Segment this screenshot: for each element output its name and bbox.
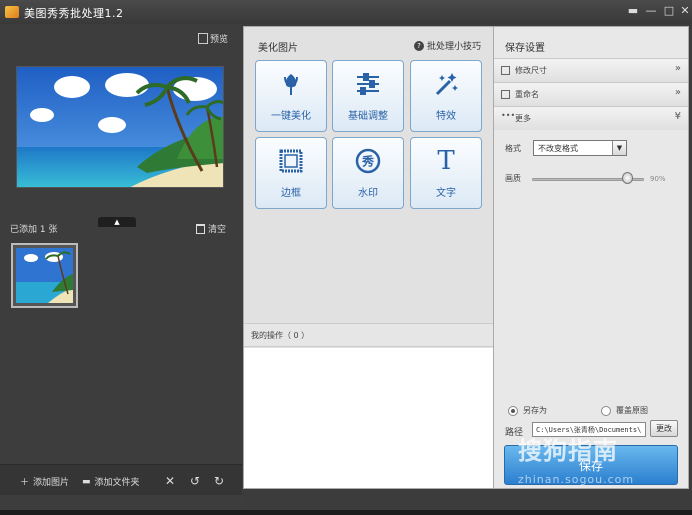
window-title: 美图秀秀批处理1.2 (24, 7, 124, 20)
chevron-right-icon: » (674, 87, 681, 98)
sogou-watermark-url: zhinan.sogou.com (518, 473, 635, 486)
left-toolbar: ＋ 添加图片 ▬ 添加文件夹 ✕ ↺ ↻ (0, 464, 242, 495)
rotate-right-icon[interactable]: ↻ (214, 474, 224, 488)
watermark-icon: 秀 (333, 148, 403, 174)
added-count: 已添加 1 张 (10, 225, 58, 235)
operations-list (244, 348, 493, 488)
add-folder-button[interactable]: ▬ 添加文件夹 (82, 475, 140, 489)
radio-selected-icon (508, 405, 518, 416)
preview-button[interactable]: 预览 (198, 32, 228, 45)
change-path-button[interactable]: 更改 (650, 420, 678, 437)
tool-label: 边框 (281, 188, 301, 199)
preview-label: 预览 (210, 35, 229, 45)
beautify-title: 美化图片 (258, 43, 298, 54)
radio-icon (601, 405, 611, 416)
clear-button[interactable]: 清空 (196, 222, 226, 235)
magic-wand-icon (411, 71, 481, 97)
tool-label: 文字 (436, 188, 456, 199)
quality-label: 画质 (505, 174, 521, 183)
sliders-icon (333, 71, 403, 97)
skin-button[interactable]: ▬ (624, 3, 642, 19)
preview-image (16, 66, 224, 188)
tool-label: 特效 (436, 111, 456, 122)
batch-tips-link[interactable]: ? 批处理小技巧 (414, 39, 481, 52)
preview-icon (198, 33, 208, 44)
save-settings-panel: 保存设置 修改尺寸 » 重命名 » ••• 更多 ¥ 格式 不改变格式 ▼ 画质… (494, 26, 689, 489)
help-icon: ? (414, 40, 424, 51)
resize-label: 修改尺寸 (515, 66, 547, 75)
basic-adjust-button[interactable]: 基础调整 (332, 60, 404, 132)
rename-icon (501, 90, 510, 99)
tool-label: 水印 (358, 188, 378, 199)
beach-photo (17, 67, 223, 187)
rename-label: 重命名 (515, 90, 539, 99)
trash-icon (196, 223, 205, 234)
rename-row[interactable]: 重命名 » (494, 82, 688, 106)
delete-icon[interactable]: ✕ (165, 474, 175, 488)
clear-label: 清空 (208, 225, 227, 235)
image-thumbnail[interactable] (11, 243, 78, 308)
chevron-down-icon: ¥ (674, 111, 681, 122)
tool-label: 基础调整 (348, 111, 388, 122)
more-label: 更多 (515, 114, 531, 123)
chevron-right-icon: » (674, 63, 681, 74)
thumbnail-photo (16, 248, 73, 303)
save-as-label: 另存为 (523, 406, 547, 415)
close-button[interactable]: ✕ (676, 3, 692, 19)
svg-text:秀: 秀 (361, 154, 375, 169)
beautify-panel: 美化图片 ? 批处理小技巧 一键美化 基础调整 特效 边框 秀 水印 T 文字 … (243, 26, 494, 489)
my-operations-header: 我的操作（ 0 ） (244, 323, 493, 347)
app-logo-icon (5, 6, 19, 18)
my-operations-label: 我的操作（ 0 ） (251, 331, 310, 340)
image-list-panel: 预览 ▲ 已添加 1 张 清空 ＋ 添加图片 ▬ 添加文件夹 ✕ ↺ ↻ (0, 24, 242, 515)
crop-icon (501, 66, 510, 75)
batch-tips-label: 批处理小技巧 (427, 42, 482, 52)
tulip-icon (256, 71, 326, 97)
effects-button[interactable]: 特效 (410, 60, 482, 132)
resize-row[interactable]: 修改尺寸 » (494, 58, 688, 82)
frame-icon (256, 148, 326, 174)
add-image-button[interactable]: ＋ 添加图片 (20, 475, 69, 488)
app-window: 美图秀秀批处理1.2 ▬ — □ ✕ 预览 ▲ 已添加 1 张 清空 ＋ 添加图… (0, 0, 692, 515)
frame-button[interactable]: 边框 (255, 137, 327, 209)
collapse-toggle-button[interactable]: ▲ (98, 217, 136, 227)
more-row[interactable]: ••• 更多 ¥ (494, 106, 688, 130)
folder-icon: ▬ (82, 476, 91, 487)
save-settings-title: 保存设置 (505, 43, 545, 54)
quality-slider-handle[interactable] (622, 172, 633, 184)
format-value: 不改变格式 (538, 144, 578, 153)
plus-icon: ＋ (20, 478, 30, 488)
minimize-button[interactable]: — (642, 3, 660, 19)
more-icon: ••• (501, 111, 516, 120)
text-icon: T (437, 146, 455, 176)
save-as-option[interactable]: 另存为 (508, 405, 547, 416)
dropdown-arrow-icon: ▼ (612, 141, 626, 155)
rotate-left-icon[interactable]: ↺ (190, 474, 200, 488)
tool-label: 一键美化 (271, 111, 311, 122)
title-bar: 美图秀秀批处理1.2 ▬ — □ ✕ (0, 0, 692, 24)
taskbar-edge (0, 510, 692, 515)
overwrite-label: 覆盖原图 (616, 406, 648, 415)
format-select[interactable]: 不改变格式 ▼ (533, 140, 627, 156)
watermark-button[interactable]: 秀 水印 (332, 137, 404, 209)
sogou-watermark: 搜狗指南 (518, 437, 618, 465)
overwrite-option[interactable]: 覆盖原图 (601, 405, 648, 416)
format-label: 格式 (505, 144, 521, 153)
one-click-beautify-button[interactable]: 一键美化 (255, 60, 327, 132)
thumbnail-image (16, 248, 73, 303)
quality-value: 90% (650, 175, 666, 183)
add-folder-label: 添加文件夹 (94, 478, 140, 488)
text-button[interactable]: T 文字 (410, 137, 482, 209)
add-image-label: 添加图片 (33, 478, 70, 488)
